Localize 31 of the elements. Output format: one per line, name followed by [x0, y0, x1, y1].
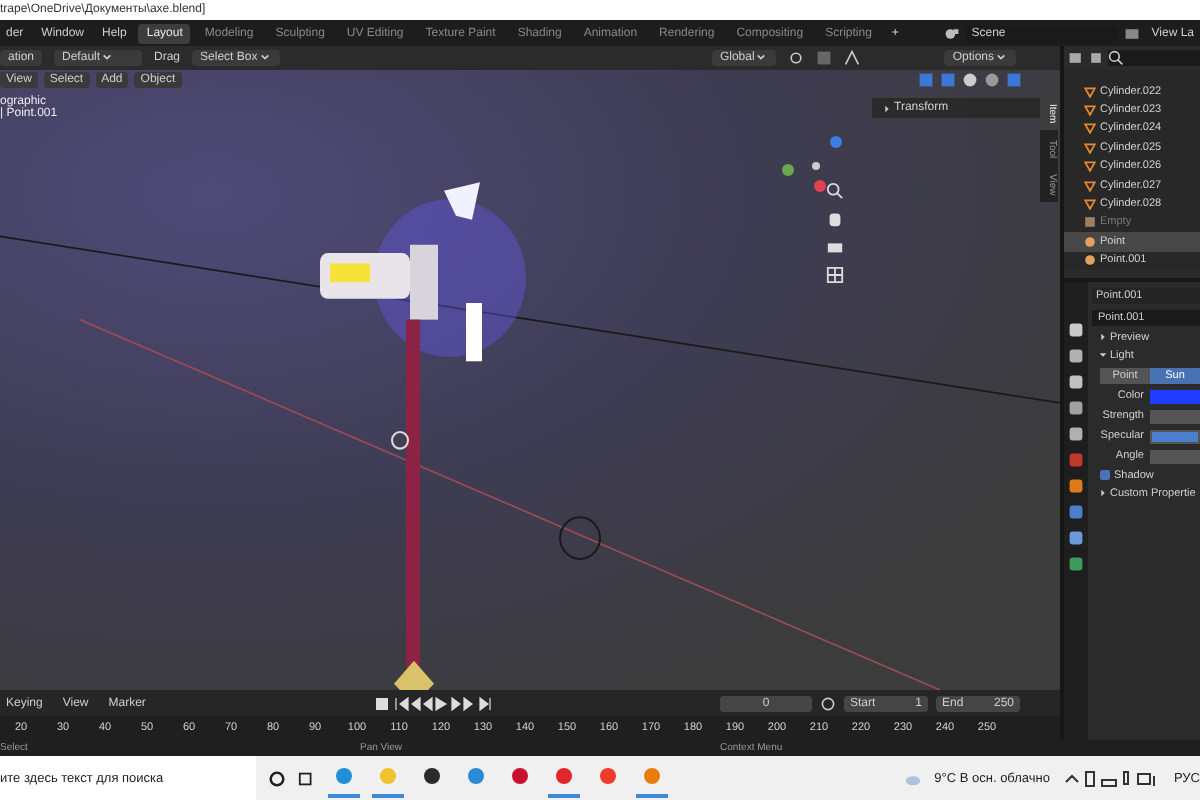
overlay-icon[interactable]: [918, 72, 934, 88]
caret-icon: [756, 51, 767, 62]
xray-icon[interactable]: [940, 72, 956, 88]
solid-shading-icon[interactable]: [962, 72, 978, 88]
number-field[interactable]: [1150, 449, 1200, 464]
snap-icon[interactable]: [816, 50, 833, 66]
clock-icon[interactable]: [820, 695, 836, 711]
rendered-shading-icon[interactable]: [1006, 72, 1022, 88]
task-view-icon[interactable]: [298, 769, 316, 787]
proportional-icon[interactable]: [844, 50, 861, 66]
caret-icon: [996, 51, 1006, 62]
number-field[interactable]: [1150, 409, 1200, 424]
shadow-checkbox[interactable]: [1100, 470, 1110, 481]
pivot-icon[interactable]: [788, 50, 805, 66]
light-object-icon: [559, 516, 601, 560]
caret-icon: [259, 51, 270, 62]
search-icon: [1108, 50, 1124, 66]
3d-cursor-icon[interactable]: [391, 431, 409, 450]
display-mode-icon[interactable]: [1068, 50, 1084, 66]
caret-icon: [882, 103, 892, 113]
zoom-icon[interactable]: [826, 182, 844, 200]
search-field[interactable]: [1108, 50, 1200, 66]
material-shading-icon[interactable]: [984, 72, 1000, 88]
grid-icon[interactable]: [826, 266, 844, 284]
scene-icon[interactable]: [943, 25, 960, 41]
cortana-icon[interactable]: [268, 769, 286, 787]
playback-controls-icon[interactable]: [375, 695, 496, 711]
caret-icon: [1098, 488, 1108, 499]
filter-icon[interactable]: [1088, 50, 1104, 66]
caret-icon: [102, 51, 113, 62]
color-swatch[interactable]: [1150, 389, 1200, 404]
